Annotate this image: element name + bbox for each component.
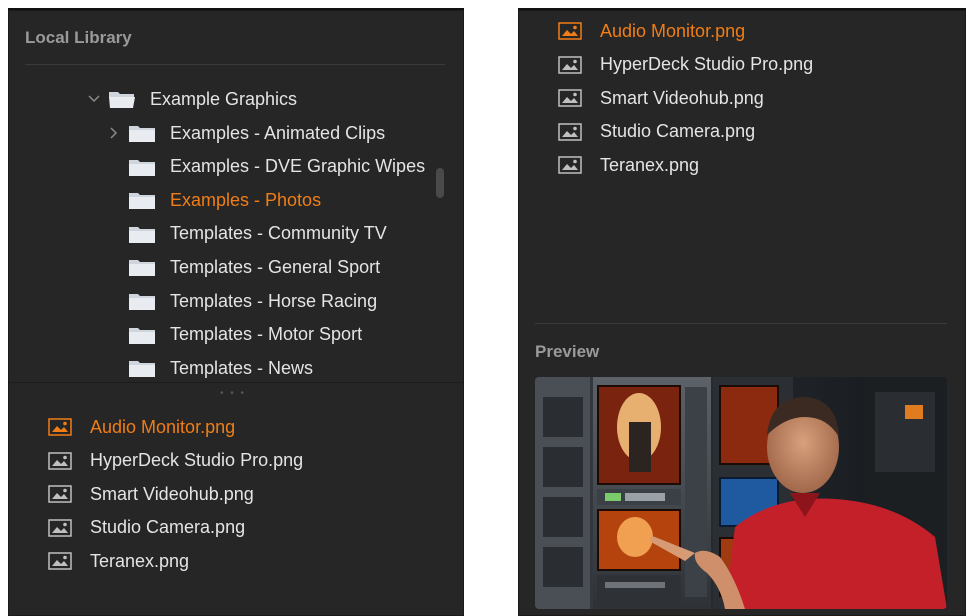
folder-icon	[128, 257, 156, 277]
image-file-icon	[48, 451, 72, 470]
image-file-icon	[48, 418, 72, 436]
folder-icon	[128, 291, 156, 311]
image-file-icon	[558, 89, 582, 107]
tree-label: Templates - News	[170, 357, 314, 378]
image-file-icon	[558, 22, 582, 40]
folder-icon	[128, 157, 156, 177]
file-label: Smart Videohub.png	[90, 483, 254, 504]
folder-icon	[128, 224, 156, 244]
file-item[interactable]: HyperDeck Studio Pro.png	[48, 446, 303, 476]
preview-title: Preview	[535, 342, 600, 361]
file-label: Studio Camera.png	[600, 121, 756, 142]
tree-item[interactable]: Templates - Community TV	[106, 219, 387, 249]
image-file-icon	[558, 123, 582, 141]
preview-image	[535, 377, 947, 609]
title-divider	[25, 64, 445, 65]
file-label: HyperDeck Studio Pro.png	[90, 450, 304, 471]
tree-root-example-graphics[interactable]: Example Graphics	[86, 84, 297, 114]
file-label: Audio Monitor.png	[600, 20, 746, 41]
file-item[interactable]: Studio Camera.png	[48, 513, 245, 543]
tree-scrollbar[interactable]	[436, 168, 444, 198]
tree-label: Templates - Motor Sport	[170, 324, 363, 345]
file-item[interactable]: Teranex.png	[48, 546, 189, 576]
tree-item[interactable]: Templates - News	[106, 353, 313, 383]
tree-item[interactable]: Examples - Photos	[106, 185, 321, 215]
folder-icon	[128, 190, 156, 210]
tree-item[interactable]: Templates - General Sport	[106, 252, 380, 282]
file-item[interactable]: Smart Videohub.png	[558, 83, 764, 113]
tree-item[interactable]: Templates - Motor Sport	[106, 320, 362, 350]
image-file-icon	[48, 519, 72, 537]
splitter-handle[interactable]: • • •	[220, 388, 246, 399]
file-label: Teranex.png	[600, 154, 700, 175]
file-label: Audio Monitor.png	[90, 416, 236, 437]
file-label: Teranex.png	[90, 550, 190, 571]
folder-icon	[128, 325, 156, 345]
preview-divider	[535, 323, 947, 324]
file-item[interactable]: HyperDeck Studio Pro.png	[558, 50, 813, 80]
splitter-line	[8, 382, 464, 383]
local-library-panel: Local Library Example Graphics Examples …	[8, 8, 464, 616]
folder-icon	[128, 123, 156, 143]
image-file-icon	[48, 552, 72, 571]
tree-label: Examples - Photos	[170, 189, 322, 210]
file-label: HyperDeck Studio Pro.png	[600, 54, 814, 75]
file-item[interactable]: Audio Monitor.png	[48, 412, 235, 442]
tree-label: Examples - Animated Clips	[170, 122, 386, 143]
image-file-icon	[558, 156, 582, 175]
tree-item[interactable]: Examples - Animated Clips	[106, 118, 385, 148]
tree-label: Templates - General Sport	[170, 256, 381, 277]
file-item[interactable]: Audio Monitor.png	[558, 16, 745, 46]
image-file-icon	[558, 55, 582, 74]
folder-open-icon	[108, 89, 136, 109]
file-label: Studio Camera.png	[90, 517, 246, 538]
tree-item[interactable]: Examples - DVE Graphic Wipes	[106, 152, 425, 182]
file-item[interactable]: Studio Camera.png	[558, 117, 755, 147]
tree-label: Example Graphics	[150, 88, 298, 109]
tree-item[interactable]: Templates - Horse Racing	[106, 286, 377, 316]
chevron-right-icon[interactable]	[106, 125, 122, 141]
file-label: Smart Videohub.png	[600, 87, 764, 108]
chevron-down-icon[interactable]	[86, 91, 102, 107]
folder-icon	[128, 358, 156, 378]
tree-label: Examples - DVE Graphic Wipes	[170, 156, 426, 177]
tree-label: Templates - Community TV	[170, 223, 387, 244]
file-list-preview-panel: Audio Monitor.png HyperDeck Studio Pro.pn…	[518, 8, 966, 616]
file-item[interactable]: Smart Videohub.png	[48, 479, 254, 509]
image-file-icon	[48, 485, 72, 503]
tree-label: Templates - Horse Racing	[170, 290, 378, 311]
local-library-title: Local Library	[25, 28, 132, 47]
file-item[interactable]: Teranex.png	[558, 150, 699, 180]
